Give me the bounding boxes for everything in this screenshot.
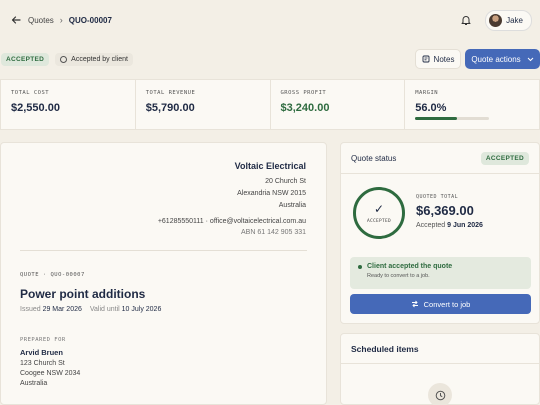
client-accepted-badge: Accepted by client: [55, 52, 133, 66]
quote-actions-button[interactable]: Quote actions: [465, 49, 540, 69]
company-country: Australia: [278, 202, 306, 209]
convert-icon: [411, 300, 418, 308]
clock-icon: [428, 383, 452, 405]
metric-label: TOTAL REVENUE: [145, 90, 196, 96]
metric-total-revenue: TOTAL REVENUE $5,790.00: [136, 80, 271, 129]
client-block: Arvid Bruen 123 Church St Coogee NSW 203…: [20, 348, 80, 387]
quote-number-label: QUOTE · QUO-00007: [20, 272, 85, 278]
client-accepted-label: Accepted by client: [71, 55, 128, 63]
user-name: Jake: [506, 15, 523, 25]
avatar: [489, 13, 503, 27]
client-suburb: Coogee NSW 2034: [20, 370, 81, 377]
top-bar: Quotes › QUO-00007 Jake: [0, 0, 540, 40]
client-name: Arvid Bruen: [20, 348, 63, 357]
chevron-down-icon: [527, 57, 534, 61]
ring-label: ACCEPTED: [366, 218, 392, 224]
metric-label: MARGIN: [415, 90, 439, 96]
status-card-header: Quote status ACCEPTED: [341, 143, 539, 174]
company-name: Voltaic Electrical: [234, 161, 306, 171]
metric-margin: MARGIN 56.0%: [405, 80, 539, 129]
margin-progress-bar: [415, 117, 490, 120]
client-street: 123 Church St: [20, 360, 65, 367]
company-abn: ABN 61 142 905 331: [241, 229, 306, 236]
back-arrow-icon[interactable]: [10, 14, 22, 26]
bell-icon[interactable]: [459, 13, 473, 27]
accepted-prefix: Accepted: [416, 222, 446, 229]
quoted-total-block: QUOTED TOTAL $6,369.00 Accepted 9 Jun 20…: [416, 194, 483, 229]
metric-value: $5,790.00: [145, 102, 195, 114]
issued-date: 29 Mar 2026: [42, 306, 82, 313]
scheduled-items-title: Scheduled items: [351, 344, 419, 354]
quoted-total-label: QUOTED TOTAL: [416, 194, 459, 200]
scheduled-items-card: Scheduled items: [340, 333, 540, 405]
quote-actions-label: Quote actions: [471, 54, 521, 64]
breadcrumb-current: QUO-00007: [68, 15, 112, 25]
metric-total-cost: TOTAL COST $2,550.00: [1, 80, 136, 129]
notes-button[interactable]: Notes: [415, 49, 461, 69]
quoted-total-value: $6,369.00: [416, 203, 474, 218]
status-card-title: Quote status: [351, 153, 397, 163]
status-dot-icon: [358, 264, 362, 269]
clock-icon: [60, 55, 68, 63]
divider: [341, 363, 539, 364]
divider: [20, 250, 307, 251]
notice-title: Client accepted the quote: [367, 263, 453, 270]
breadcrumb-quotes-link[interactable]: Quotes: [28, 16, 54, 25]
check-icon: ✓: [373, 201, 385, 216]
accepted-ring: ✓ ACCEPTED: [353, 187, 405, 239]
user-menu[interactable]: Jake: [485, 9, 532, 31]
metric-gross-profit: GROSS PROFIT $3,240.00: [271, 80, 406, 129]
convert-label: Convert to job: [423, 299, 471, 309]
notes-label: Notes: [433, 54, 455, 64]
company-street: 20 Church St: [265, 178, 306, 185]
accepted-date-line: Accepted 9 Jun 2026: [416, 222, 483, 229]
metric-value: 56.0%: [415, 102, 447, 114]
convert-to-job-button[interactable]: Convert to job: [350, 294, 531, 314]
metric-label: GROSS PROFIT: [280, 90, 327, 96]
prepared-for-label: PREPARED FOR: [20, 337, 66, 343]
quote-dates: Issued 29 Mar 2026 Valid until 10 July 2…: [20, 306, 161, 313]
metric-value: $2,550.00: [11, 102, 60, 114]
metric-label: TOTAL COST: [11, 90, 50, 96]
margin-progress-fill: [415, 117, 457, 120]
company-suburb: Alexandria NSW 2015: [237, 190, 306, 197]
quote-status-card: Quote status ACCEPTED ✓ ACCEPTED QUOTED …: [340, 142, 540, 324]
company-contact: +61285550111 · office@voltaicelectrical.…: [157, 218, 306, 225]
notice-subtitle: Ready to convert to a job.: [367, 273, 430, 279]
client-country: Australia: [20, 380, 48, 387]
status-badge: ACCEPTED: [1, 52, 50, 66]
metrics-strip: TOTAL COST $2,550.00 TOTAL REVENUE $5,79…: [0, 79, 540, 130]
status-card-badge: ACCEPTED: [480, 151, 529, 165]
acceptance-notice: Client accepted the quote Ready to conve…: [350, 257, 531, 289]
valid-label: Valid until: [89, 306, 120, 313]
chevron-right-icon: ›: [59, 15, 63, 25]
note-icon: [422, 55, 429, 63]
issued-label: Issued: [20, 306, 41, 313]
valid-date: 10 July 2026: [121, 306, 162, 313]
quote-title: Power point additions: [20, 287, 146, 301]
accepted-date: 9 Jun 2026: [447, 222, 483, 229]
breadcrumb: Quotes › QUO-00007: [28, 15, 112, 25]
company-block: Voltaic Electrical 20 Church St Alexandr…: [158, 161, 306, 236]
metric-value: $3,240.00: [280, 102, 330, 114]
